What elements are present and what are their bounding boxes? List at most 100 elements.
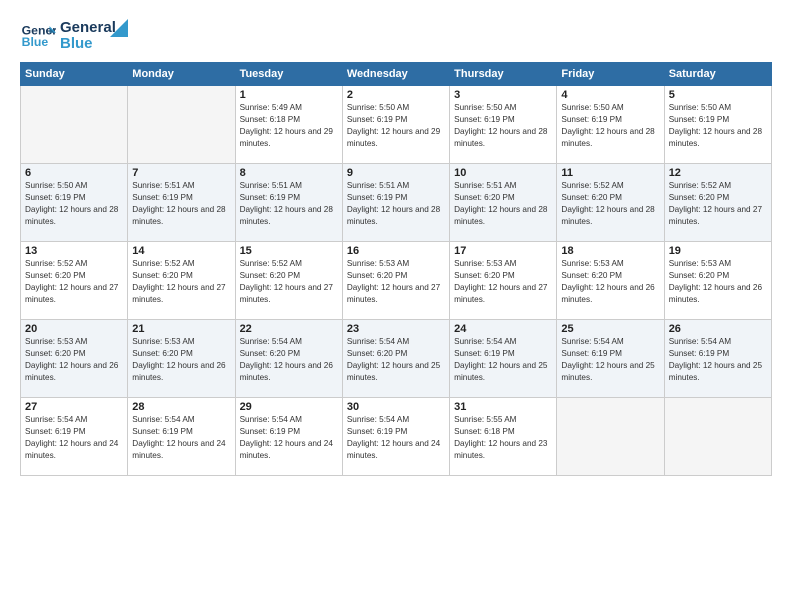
calendar-cell: 17Sunrise: 5:53 AMSunset: 6:20 PMDayligh… [450, 242, 557, 320]
day-number: 25 [561, 323, 659, 335]
svg-text:Blue: Blue [22, 35, 49, 49]
week-row-3: 13Sunrise: 5:52 AMSunset: 6:20 PMDayligh… [21, 242, 772, 320]
calendar-cell: 25Sunrise: 5:54 AMSunset: 6:19 PMDayligh… [557, 320, 664, 398]
day-info: Sunrise: 5:52 AMSunset: 6:20 PMDaylight:… [561, 180, 659, 228]
calendar-cell: 20Sunrise: 5:53 AMSunset: 6:20 PMDayligh… [21, 320, 128, 398]
weekday-tuesday: Tuesday [235, 63, 342, 86]
day-info: Sunrise: 5:53 AMSunset: 6:20 PMDaylight:… [669, 258, 767, 306]
day-number: 12 [669, 167, 767, 179]
day-info: Sunrise: 5:54 AMSunset: 6:20 PMDaylight:… [240, 336, 338, 384]
calendar-cell: 8Sunrise: 5:51 AMSunset: 6:19 PMDaylight… [235, 164, 342, 242]
calendar-cell [21, 86, 128, 164]
day-number: 20 [25, 323, 123, 335]
day-number: 6 [25, 167, 123, 179]
week-row-5: 27Sunrise: 5:54 AMSunset: 6:19 PMDayligh… [21, 398, 772, 476]
day-number: 31 [454, 401, 552, 413]
calendar-cell: 22Sunrise: 5:54 AMSunset: 6:20 PMDayligh… [235, 320, 342, 398]
day-info: Sunrise: 5:52 AMSunset: 6:20 PMDaylight:… [240, 258, 338, 306]
day-number: 15 [240, 245, 338, 257]
calendar-cell: 11Sunrise: 5:52 AMSunset: 6:20 PMDayligh… [557, 164, 664, 242]
day-number: 8 [240, 167, 338, 179]
logo-icon: General Blue [20, 18, 56, 54]
calendar-cell: 15Sunrise: 5:52 AMSunset: 6:20 PMDayligh… [235, 242, 342, 320]
day-info: Sunrise: 5:50 AMSunset: 6:19 PMDaylight:… [669, 102, 767, 150]
day-info: Sunrise: 5:51 AMSunset: 6:19 PMDaylight:… [240, 180, 338, 228]
calendar-cell: 13Sunrise: 5:52 AMSunset: 6:20 PMDayligh… [21, 242, 128, 320]
day-info: Sunrise: 5:53 AMSunset: 6:20 PMDaylight:… [132, 336, 230, 384]
calendar-cell: 1Sunrise: 5:49 AMSunset: 6:18 PMDaylight… [235, 86, 342, 164]
calendar-cell: 18Sunrise: 5:53 AMSunset: 6:20 PMDayligh… [557, 242, 664, 320]
calendar-cell: 31Sunrise: 5:55 AMSunset: 6:18 PMDayligh… [450, 398, 557, 476]
day-info: Sunrise: 5:54 AMSunset: 6:20 PMDaylight:… [347, 336, 445, 384]
calendar-cell: 24Sunrise: 5:54 AMSunset: 6:19 PMDayligh… [450, 320, 557, 398]
day-number: 27 [25, 401, 123, 413]
day-info: Sunrise: 5:51 AMSunset: 6:19 PMDaylight:… [132, 180, 230, 228]
day-info: Sunrise: 5:50 AMSunset: 6:19 PMDaylight:… [25, 180, 123, 228]
calendar-cell: 29Sunrise: 5:54 AMSunset: 6:19 PMDayligh… [235, 398, 342, 476]
calendar-cell: 30Sunrise: 5:54 AMSunset: 6:19 PMDayligh… [342, 398, 449, 476]
calendar-cell: 23Sunrise: 5:54 AMSunset: 6:20 PMDayligh… [342, 320, 449, 398]
day-info: Sunrise: 5:54 AMSunset: 6:19 PMDaylight:… [561, 336, 659, 384]
calendar-cell: 3Sunrise: 5:50 AMSunset: 6:19 PMDaylight… [450, 86, 557, 164]
day-number: 30 [347, 401, 445, 413]
day-info: Sunrise: 5:50 AMSunset: 6:19 PMDaylight:… [454, 102, 552, 150]
calendar-cell: 4Sunrise: 5:50 AMSunset: 6:19 PMDaylight… [557, 86, 664, 164]
calendar-cell: 21Sunrise: 5:53 AMSunset: 6:20 PMDayligh… [128, 320, 235, 398]
day-number: 9 [347, 167, 445, 179]
day-info: Sunrise: 5:55 AMSunset: 6:18 PMDaylight:… [454, 414, 552, 462]
day-info: Sunrise: 5:53 AMSunset: 6:20 PMDaylight:… [454, 258, 552, 306]
day-info: Sunrise: 5:49 AMSunset: 6:18 PMDaylight:… [240, 102, 338, 150]
day-number: 10 [454, 167, 552, 179]
day-info: Sunrise: 5:50 AMSunset: 6:19 PMDaylight:… [347, 102, 445, 150]
day-number: 7 [132, 167, 230, 179]
day-number: 5 [669, 89, 767, 101]
day-number: 3 [454, 89, 552, 101]
weekday-thursday: Thursday [450, 63, 557, 86]
day-info: Sunrise: 5:54 AMSunset: 6:19 PMDaylight:… [240, 414, 338, 462]
day-info: Sunrise: 5:54 AMSunset: 6:19 PMDaylight:… [669, 336, 767, 384]
day-number: 2 [347, 89, 445, 101]
day-number: 19 [669, 245, 767, 257]
weekday-header-row: SundayMondayTuesdayWednesdayThursdayFrid… [21, 63, 772, 86]
day-number: 4 [561, 89, 659, 101]
day-number: 16 [347, 245, 445, 257]
day-info: Sunrise: 5:52 AMSunset: 6:20 PMDaylight:… [132, 258, 230, 306]
day-number: 29 [240, 401, 338, 413]
day-number: 22 [240, 323, 338, 335]
logo-text-block: General Blue [60, 20, 116, 53]
logo: General Blue General Blue [20, 18, 128, 54]
day-info: Sunrise: 5:52 AMSunset: 6:20 PMDaylight:… [25, 258, 123, 306]
calendar-cell: 19Sunrise: 5:53 AMSunset: 6:20 PMDayligh… [664, 242, 771, 320]
weekday-sunday: Sunday [21, 63, 128, 86]
weekday-wednesday: Wednesday [342, 63, 449, 86]
day-info: Sunrise: 5:53 AMSunset: 6:20 PMDaylight:… [25, 336, 123, 384]
day-number: 18 [561, 245, 659, 257]
week-row-1: 1Sunrise: 5:49 AMSunset: 6:18 PMDaylight… [21, 86, 772, 164]
day-info: Sunrise: 5:54 AMSunset: 6:19 PMDaylight:… [25, 414, 123, 462]
week-row-4: 20Sunrise: 5:53 AMSunset: 6:20 PMDayligh… [21, 320, 772, 398]
weekday-friday: Friday [557, 63, 664, 86]
day-number: 14 [132, 245, 230, 257]
day-number: 1 [240, 89, 338, 101]
day-info: Sunrise: 5:54 AMSunset: 6:19 PMDaylight:… [132, 414, 230, 462]
day-number: 26 [669, 323, 767, 335]
day-number: 17 [454, 245, 552, 257]
day-info: Sunrise: 5:54 AMSunset: 6:19 PMDaylight:… [454, 336, 552, 384]
calendar-cell: 6Sunrise: 5:50 AMSunset: 6:19 PMDaylight… [21, 164, 128, 242]
calendar-cell: 27Sunrise: 5:54 AMSunset: 6:19 PMDayligh… [21, 398, 128, 476]
logo-accent [110, 19, 128, 37]
day-number: 13 [25, 245, 123, 257]
header: General Blue General Blue [20, 18, 772, 54]
day-number: 23 [347, 323, 445, 335]
calendar-cell: 9Sunrise: 5:51 AMSunset: 6:19 PMDaylight… [342, 164, 449, 242]
page: General Blue General Blue SundayMondayTu… [0, 0, 792, 612]
day-number: 21 [132, 323, 230, 335]
calendar-cell: 12Sunrise: 5:52 AMSunset: 6:20 PMDayligh… [664, 164, 771, 242]
weekday-saturday: Saturday [664, 63, 771, 86]
day-number: 11 [561, 167, 659, 179]
day-info: Sunrise: 5:53 AMSunset: 6:20 PMDaylight:… [347, 258, 445, 306]
calendar-cell [557, 398, 664, 476]
calendar-cell: 7Sunrise: 5:51 AMSunset: 6:19 PMDaylight… [128, 164, 235, 242]
calendar-cell [128, 86, 235, 164]
day-info: Sunrise: 5:54 AMSunset: 6:19 PMDaylight:… [347, 414, 445, 462]
